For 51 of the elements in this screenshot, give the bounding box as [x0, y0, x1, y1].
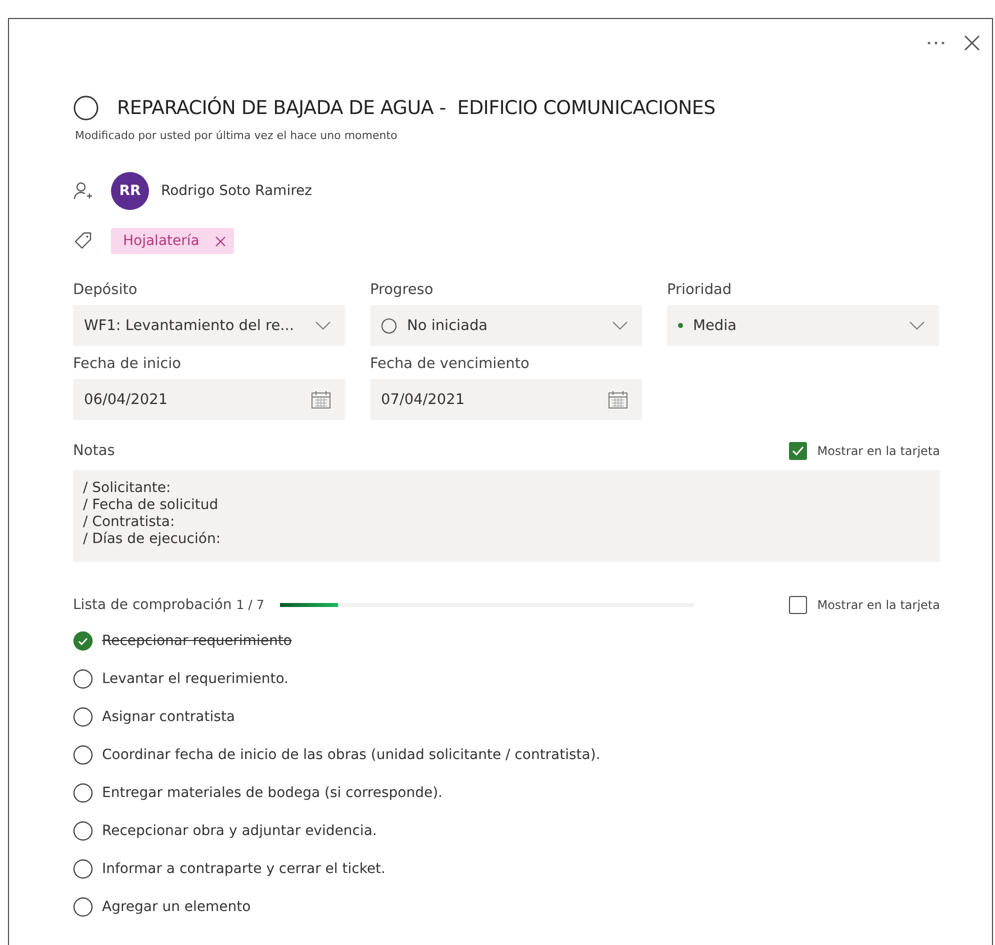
- field-label: Fecha de vencimiento: [370, 356, 530, 372]
- label-tag[interactable]: Hojalatería: [111, 228, 234, 254]
- circle-icon[interactable]: [73, 896, 93, 916]
- chevron-down-icon: [612, 321, 628, 330]
- tag-icon[interactable]: [73, 231, 93, 251]
- checklist-checkbox[interactable]: [73, 820, 93, 840]
- circle-icon: [381, 318, 397, 334]
- chevron-down-icon: [315, 321, 331, 330]
- notes-field[interactable]: / Solicitante: / Fecha de solicitud / Contratista: / Días de ejecución:: [73, 470, 940, 562]
- task-title[interactable]: REPARACIÓN DE BAJADA DE AGUA - EDIFICIO COMUNICACIONES: [117, 97, 716, 119]
- field-label: Depósito: [73, 282, 138, 298]
- show-on-card-checkbox[interactable]: [789, 596, 808, 614]
- field-label: Progreso: [370, 282, 434, 298]
- show-on-card-checkbox[interactable]: [789, 442, 808, 460]
- checklist-checkbox[interactable]: [73, 706, 93, 726]
- checklist-checkbox[interactable]: [73, 630, 93, 650]
- checkmark-icon: [792, 446, 804, 456]
- checklist-item-text[interactable]: Recepcionar obra y adjuntar evidencia.: [102, 822, 377, 838]
- checklist-checkbox[interactable]: [73, 858, 93, 878]
- checklist-item-text[interactable]: Entregar materiales de bodega (si corresponde).: [102, 784, 443, 800]
- notes-label: Notas: [73, 443, 115, 459]
- complete-checkbox[interactable]: [73, 95, 99, 121]
- remove-icon[interactable]: [215, 236, 226, 246]
- assignee-name: Rodrigo Soto Ramirez: [161, 183, 312, 199]
- more-icon[interactable]: [926, 40, 946, 46]
- dropdown-field[interactable]: No iniciada: [370, 305, 642, 346]
- checklist-item-text[interactable]: Informar a contraparte y cerrar el ticket.: [102, 860, 386, 876]
- field-label: Prioridad: [667, 282, 733, 298]
- checklist-label: Lista de comprobación 1 / 7: [73, 597, 264, 613]
- avatar[interactable]: RR: [111, 172, 149, 210]
- chevron-down-icon: [909, 321, 925, 330]
- date-field[interactable]: 06/04/2021: [73, 379, 345, 420]
- checklist-checkbox[interactable]: [73, 782, 93, 802]
- checklist-item-text[interactable]: Levantar el requerimiento.: [102, 670, 288, 686]
- checklist-checkbox[interactable]: [73, 668, 93, 688]
- add-item-field[interactable]: Agregar un elemento: [102, 898, 251, 914]
- modified-text: Modificado por usted por última vez el hace uno momento: [75, 129, 398, 142]
- dropdown-field[interactable]: Media: [667, 305, 939, 346]
- field-label: Fecha de inicio: [73, 356, 182, 372]
- date-field[interactable]: 07/04/2021: [370, 379, 642, 420]
- person-add-icon[interactable]: [73, 181, 93, 201]
- show-on-card-label: Mostrar en la tarjeta: [817, 598, 940, 612]
- checklist-checkbox[interactable]: [73, 744, 93, 764]
- calendar-icon[interactable]: [608, 390, 628, 408]
- checklist-item-text[interactable]: Recepcionar requerimiento: [102, 632, 292, 648]
- dropdown-field[interactable]: WF1: Levantamiento del re...: [73, 305, 345, 346]
- checklist-item-text[interactable]: Asignar contratista: [102, 708, 236, 724]
- close-icon[interactable]: [964, 35, 980, 51]
- show-on-card-label: Mostrar en la tarjeta: [817, 444, 940, 458]
- checklist-item-text[interactable]: Coordinar fecha de inicio de las obras (unidad solicitante / contratista).: [102, 746, 600, 762]
- calendar-icon[interactable]: [311, 390, 331, 408]
